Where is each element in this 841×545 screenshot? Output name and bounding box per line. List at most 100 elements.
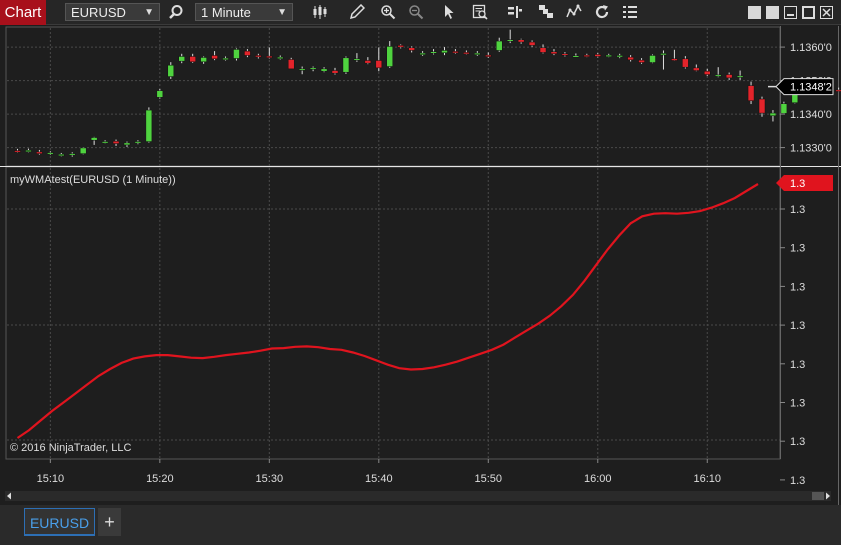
tile-icon[interactable]	[766, 6, 779, 19]
chart-toolbar: Chart EURUSD ▼ 1 Minute ▼	[0, 0, 841, 25]
search-icon[interactable]	[167, 4, 185, 22]
value-label: 1.3	[790, 281, 805, 293]
candle-body	[463, 52, 470, 55]
candle-body	[485, 54, 492, 57]
candle-body	[408, 47, 415, 51]
price-label: 1.1330'0	[790, 143, 832, 155]
draw-tool-icon[interactable]	[348, 3, 366, 22]
interval-value: 1 Minute	[201, 5, 251, 20]
zoom-in-icon[interactable]	[379, 4, 397, 22]
value-label: 1.3	[790, 359, 805, 371]
candle-body	[452, 51, 459, 54]
time-label: 15:10	[37, 473, 65, 485]
candle-body	[244, 50, 251, 56]
candle-body	[430, 51, 437, 54]
candle-body	[583, 54, 591, 57]
candle-body	[298, 68, 306, 71]
candle-body	[255, 55, 262, 58]
candle-body	[90, 137, 98, 141]
value-label: 1.3	[790, 204, 805, 216]
time-label: 15:20	[146, 473, 174, 485]
time-label: 15:50	[475, 473, 503, 485]
candle-body	[495, 40, 503, 51]
scrollbar-track[interactable]	[5, 491, 831, 501]
chevron-down-icon: ▼	[144, 7, 154, 18]
properties-icon[interactable]	[537, 4, 555, 22]
reload-icon[interactable]	[593, 4, 611, 22]
candle-body	[682, 58, 689, 68]
candle-body	[189, 56, 196, 63]
candle-body	[605, 54, 612, 57]
candle-body	[167, 64, 175, 77]
copyright-text: © 2016 NinjaTrader, LLC	[10, 442, 131, 454]
candle-body	[134, 141, 142, 144]
instrument-selector[interactable]: EURUSD ▼	[65, 3, 160, 21]
candle-body	[47, 152, 54, 155]
add-tab-button[interactable]: +	[98, 508, 121, 536]
candle-body	[441, 50, 448, 54]
candle-body	[287, 59, 295, 70]
value-label: 1.3	[790, 475, 805, 487]
candle-body	[233, 49, 240, 59]
candle-body	[68, 153, 76, 156]
time-label: 16:00	[584, 473, 612, 485]
tab-eurusd[interactable]: EURUSD	[24, 508, 95, 536]
candle-body	[528, 41, 536, 46]
chart-background	[0, 26, 841, 505]
data-box-icon[interactable]	[471, 4, 489, 22]
candle-body	[561, 53, 569, 56]
chevron-down-icon: ▼	[277, 7, 287, 18]
candle-body	[36, 151, 43, 154]
candle-body	[671, 58, 678, 61]
pointer-icon[interactable]	[440, 4, 458, 22]
candle-body	[386, 46, 393, 67]
time-label: 16:10	[693, 473, 721, 485]
chart-title-tab[interactable]: Chart	[0, 0, 46, 25]
candle-body	[156, 90, 164, 98]
candle-body	[364, 60, 372, 64]
candle-body	[101, 141, 109, 144]
restore-icon[interactable]	[748, 6, 761, 19]
candle-body	[649, 55, 656, 63]
zoom-out-icon[interactable]	[407, 4, 425, 22]
candle-body	[353, 58, 361, 61]
maximize-icon[interactable]	[802, 6, 815, 19]
candle-body	[211, 55, 218, 60]
horizontal-scrollbar[interactable]	[5, 491, 831, 501]
interval-selector[interactable]: 1 Minute ▼	[195, 3, 293, 21]
value-label: 1.3	[790, 398, 805, 410]
candle-body	[320, 68, 328, 72]
price-label: 1.1360'0	[790, 42, 832, 54]
current-price-label: 1.1348'2	[790, 82, 832, 94]
chart-canvas[interactable]: 1.1360'01.1350'01.1340'01.1330'01.1348'2…	[0, 26, 841, 505]
instrument-value: EURUSD	[71, 5, 126, 20]
bar-type-icon[interactable]	[311, 4, 329, 22]
candle-body	[660, 53, 667, 56]
candle-body	[627, 56, 634, 61]
candle-body	[736, 75, 744, 78]
scrollbar-thumb[interactable]	[812, 492, 824, 500]
indicator-icon[interactable]	[565, 4, 583, 22]
strategy-icon[interactable]	[506, 4, 524, 22]
time-label: 15:40	[365, 473, 393, 485]
candle-body	[693, 67, 700, 71]
candle-body	[725, 74, 733, 79]
candle-body	[277, 56, 284, 59]
candle-body	[331, 70, 339, 74]
candle-body	[375, 60, 383, 69]
candle-body	[58, 154, 65, 157]
candle-body	[419, 52, 426, 55]
price-label: 1.1340'0	[790, 109, 832, 121]
candle-body	[572, 55, 580, 58]
candle-body	[14, 150, 21, 153]
candle-body	[517, 39, 525, 43]
candle-body	[397, 45, 404, 48]
candle-body	[474, 52, 481, 55]
minimize-icon[interactable]	[784, 6, 797, 19]
value-label: 1.3	[790, 436, 805, 448]
candle-body	[835, 89, 841, 92]
close-icon[interactable]	[820, 6, 833, 19]
candle-body	[309, 67, 317, 70]
candle-body	[594, 54, 602, 57]
list-icon[interactable]	[621, 4, 639, 22]
